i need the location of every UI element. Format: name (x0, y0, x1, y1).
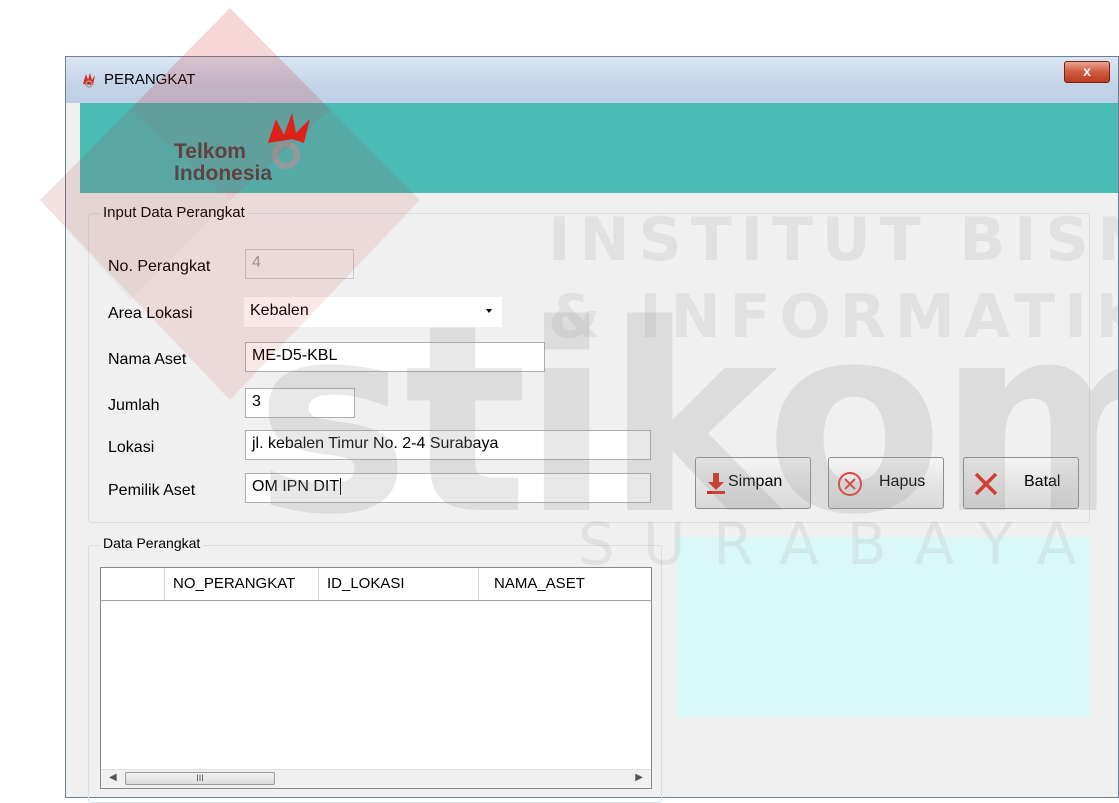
pemilik-aset-field[interactable]: OM IPN DIT (245, 473, 651, 503)
simpan-label: Simpan (728, 473, 783, 490)
area-lokasi-select[interactable]: Kebalen (244, 297, 502, 327)
logo-line1: Telkom (174, 140, 246, 163)
scroll-thumb[interactable]: III (125, 772, 275, 785)
lokasi-label: Lokasi (108, 439, 155, 456)
pemilik-aset-label: Pemilik Aset (108, 482, 196, 499)
client-area: Input Data Perangkat No. Perangkat 4 Are… (80, 193, 1118, 803)
col-nama-aset[interactable]: NAMA_ASET (479, 568, 651, 600)
batal-button[interactable]: Batal (963, 457, 1079, 509)
text-cursor (340, 478, 342, 495)
pemilik-aset-value: OM IPN DIT (252, 478, 340, 495)
no-perangkat-label: No. Perangkat (108, 258, 211, 275)
cancel-circle-icon (837, 471, 863, 502)
close-button[interactable]: x (1064, 61, 1110, 83)
grid-corner-header (101, 568, 165, 600)
scroll-left-icon[interactable]: ◀ (109, 772, 117, 783)
jumlah-label: Jumlah (108, 397, 160, 414)
nama-aset-field[interactable]: ME-D5-KBL (245, 342, 545, 372)
area-lokasi-value: Kebalen (250, 302, 309, 319)
telkom-logo: Telkom Indonesia (174, 141, 272, 185)
title-bar: PERANGKAT x (66, 57, 1118, 103)
hapus-button[interactable]: Hapus (828, 457, 944, 509)
header-banner: Telkom Indonesia (80, 103, 1118, 193)
lokasi-field[interactable]: jl. kebalen Timur No. 2-4 Surabaya (245, 430, 651, 460)
logo-line2: Indonesia (174, 162, 273, 185)
input-group-legend: Input Data Perangkat (100, 204, 248, 221)
close-icon: x (1083, 63, 1091, 79)
perangkat-window: PERANGKAT x Telkom Indonesia Input Data … (65, 56, 1119, 803)
jumlah-field[interactable]: 3 (245, 388, 355, 418)
grid-header: NO_PERANGKAT ID_LOKASI NAMA_ASET (101, 568, 651, 601)
chevron-down-icon[interactable] (486, 309, 492, 313)
col-no-perangkat[interactable]: NO_PERANGKAT (165, 568, 319, 600)
no-perangkat-field[interactable]: 4 (245, 249, 354, 279)
area-lokasi-label: Area Lokasi (108, 305, 193, 322)
nama-aset-label: Nama Aset (108, 351, 187, 368)
horizontal-scrollbar[interactable]: ◀ III ▶ (101, 769, 651, 788)
download-icon (706, 471, 726, 500)
info-panel (676, 537, 1090, 717)
scroll-right-icon[interactable]: ▶ (635, 772, 643, 783)
data-group-legend: Data Perangkat (100, 535, 204, 551)
col-id-lokasi[interactable]: ID_LOKASI (319, 568, 479, 600)
window-title: PERANGKAT (104, 71, 196, 88)
telkom-logo-mark (262, 109, 322, 176)
simpan-button[interactable]: Simpan (695, 457, 811, 509)
data-grid[interactable]: NO_PERANGKAT ID_LOKASI NAMA_ASET ◀ III ▶ (100, 567, 652, 789)
batal-label: Batal (1024, 473, 1061, 490)
hapus-label: Hapus (879, 473, 926, 490)
close-x-icon (972, 470, 1000, 503)
app-icon (80, 70, 98, 93)
